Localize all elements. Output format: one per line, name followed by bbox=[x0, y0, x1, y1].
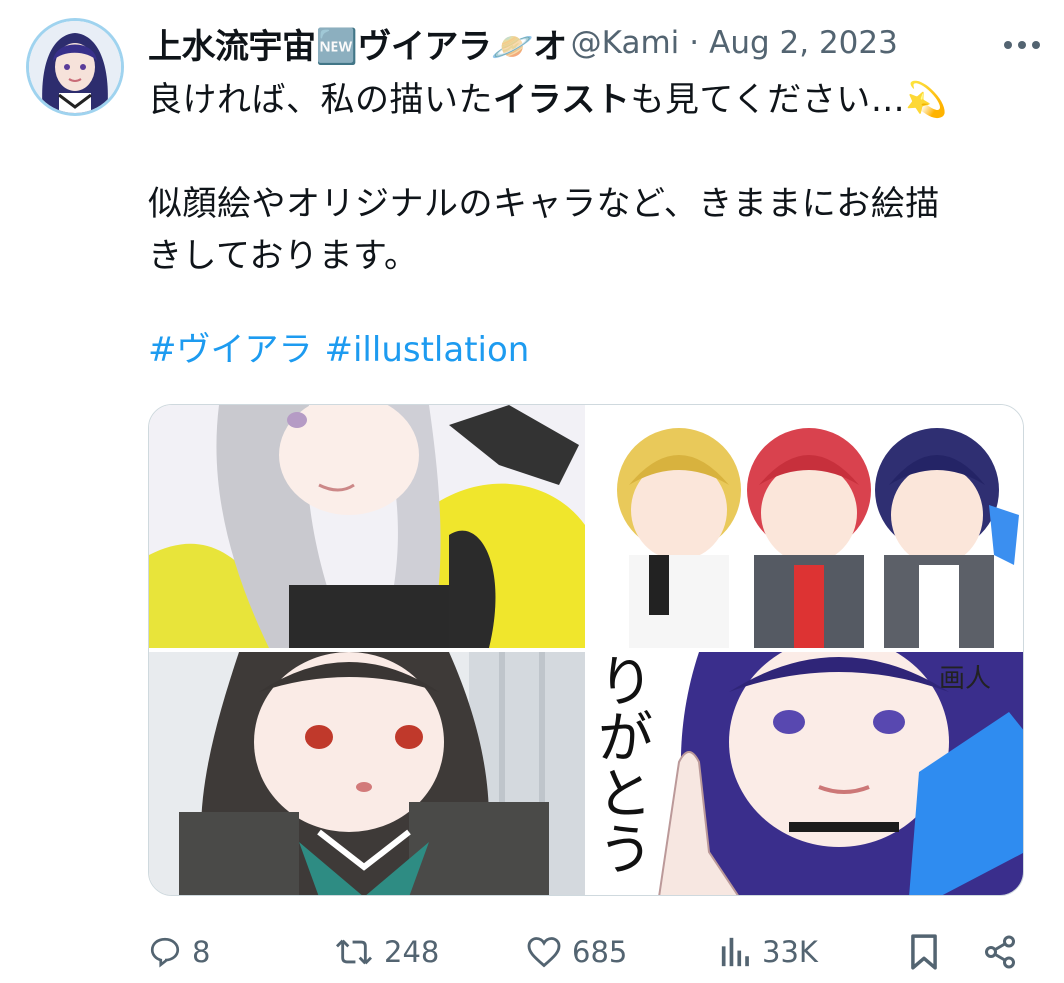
heart-icon bbox=[527, 937, 561, 968]
media-image-3[interactable] bbox=[149, 652, 585, 895]
illustration-image bbox=[149, 405, 585, 648]
tweet-header: 上水流宇宙🆕ヴイアラ🪐オ @Kami · Aug 2, 2023 bbox=[148, 20, 1038, 66]
text-segment: も見てください…💫 bbox=[630, 80, 949, 120]
media-image-1[interactable] bbox=[149, 405, 585, 648]
reply-button[interactable]: 8 bbox=[148, 924, 210, 980]
tweet-text-line-1: 良ければ、私の描いたイラストも見てください…💫 bbox=[148, 74, 1028, 126]
views-button[interactable]: 33K bbox=[720, 924, 818, 980]
media-grid: りがとう 画人 bbox=[148, 404, 1024, 896]
user-handle[interactable]: @Kami bbox=[571, 25, 680, 61]
retweet-count: 248 bbox=[384, 935, 440, 969]
text-segment: 良ければ、私の描いた bbox=[148, 80, 493, 120]
action-bar: 8 248 685 33K bbox=[148, 924, 1028, 980]
hashtags: #ヴイアラ #illustlation bbox=[148, 322, 541, 371]
more-horizontal-icon bbox=[1004, 41, 1040, 49]
reply-icon bbox=[150, 937, 180, 968]
reply-count: 8 bbox=[192, 935, 211, 969]
like-button[interactable]: 685 bbox=[526, 924, 627, 980]
display-name[interactable]: 上水流宇宙🆕ヴイアラ🪐オ bbox=[148, 20, 567, 67]
share-icon bbox=[985, 935, 1015, 969]
hashtag-link[interactable]: #ヴイアラ bbox=[148, 330, 313, 370]
media-image-4[interactable]: りがとう 画人 bbox=[589, 652, 1023, 895]
more-options-button[interactable] bbox=[1000, 30, 1044, 60]
media-image-2[interactable] bbox=[589, 405, 1023, 648]
retweet-icon bbox=[335, 939, 373, 965]
tweet-text: 良ければ、私の描いたイラストも見てください…💫 似顔絵やオリジナルのキャラなど、… bbox=[148, 74, 1028, 282]
illustration-image bbox=[589, 405, 1023, 648]
tweet-text-line-3: きしております。 bbox=[148, 236, 419, 276]
bookmark-icon bbox=[911, 934, 937, 970]
avatar-illustration bbox=[29, 21, 121, 113]
retweet-button[interactable]: 248 bbox=[334, 924, 439, 980]
corner-text: 画人 bbox=[939, 664, 992, 694]
like-count: 685 bbox=[572, 935, 628, 969]
hashtag-link[interactable]: #illustlation bbox=[325, 330, 530, 370]
tweet-date[interactable]: Aug 2, 2023 bbox=[709, 25, 898, 61]
illustration-image bbox=[149, 652, 585, 895]
avatar[interactable] bbox=[26, 18, 124, 116]
tweet-text-line-2: 似顔絵やオリジナルのキャラなど、きままにお絵描 bbox=[148, 184, 940, 224]
overlay-text: りがとう bbox=[589, 652, 653, 876]
text-segment-bold: イラスト bbox=[493, 80, 631, 120]
separator-dot: · bbox=[689, 25, 700, 61]
views-count: 33K bbox=[762, 935, 818, 969]
views-icon bbox=[721, 937, 749, 967]
share-button[interactable] bbox=[982, 924, 1018, 980]
bookmark-button[interactable] bbox=[908, 924, 940, 980]
